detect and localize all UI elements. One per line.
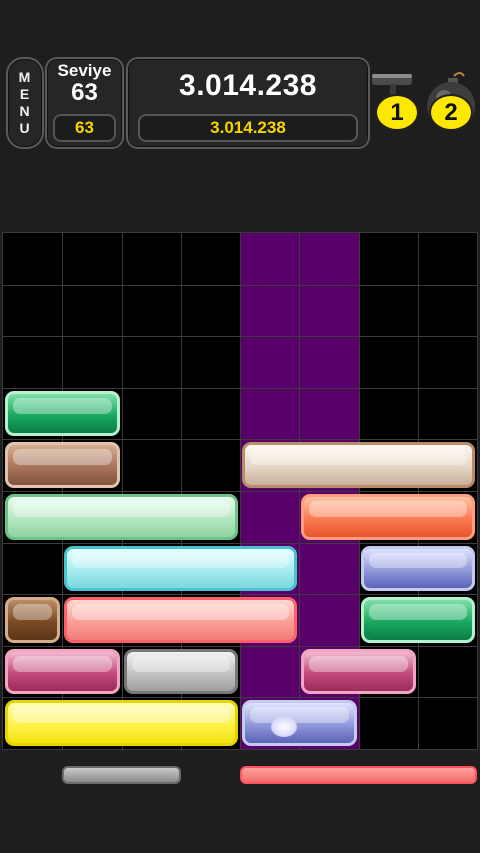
game-board[interactable] (2, 232, 478, 750)
next-piece-salmon (240, 766, 477, 784)
grid-line (3, 491, 477, 492)
block-brown[interactable] (5, 442, 120, 488)
block-orange[interactable] (301, 494, 475, 540)
bomb-powerup[interactable]: 2 (424, 70, 478, 132)
grid-line (3, 646, 477, 647)
level-value: 63 (71, 79, 98, 106)
block-blue[interactable] (360, 545, 475, 592)
next-piece-grey (62, 766, 181, 784)
block-blue[interactable] (242, 700, 357, 746)
grid-line (3, 697, 477, 698)
score-panel: 3.014.238 3.014.238 (126, 57, 370, 149)
block-magenta[interactable] (5, 648, 120, 695)
block-green[interactable] (5, 390, 120, 437)
bomb-count: 2 (429, 94, 473, 131)
grid-line (3, 388, 477, 389)
hammer-count: 1 (375, 94, 419, 131)
block-cyan[interactable] (64, 545, 298, 592)
level-panel: Seviye 63 63 (45, 57, 124, 149)
block-green[interactable] (360, 597, 475, 643)
block-magenta[interactable] (301, 648, 416, 695)
grid-line (3, 594, 477, 595)
block-brown-dark[interactable] (5, 597, 61, 643)
grid-line (3, 336, 477, 337)
score-sub-value: 3.014.238 (138, 114, 358, 142)
block-grey[interactable] (123, 648, 238, 695)
grid-line (3, 439, 477, 440)
block-cream[interactable] (242, 442, 475, 488)
block-salmon[interactable] (64, 597, 298, 643)
block-yellow[interactable] (5, 700, 238, 746)
menu-label: MENU (18, 69, 32, 136)
hammer-powerup[interactable]: 1 (370, 70, 420, 132)
level-label: Seviye (57, 61, 112, 80)
level-sub-value: 63 (53, 114, 116, 142)
grid-line (3, 543, 477, 544)
grid-line (3, 285, 477, 286)
score-value: 3.014.238 (179, 69, 317, 102)
block-lightgreen[interactable] (5, 494, 238, 540)
menu-button[interactable]: MENU (6, 57, 44, 149)
